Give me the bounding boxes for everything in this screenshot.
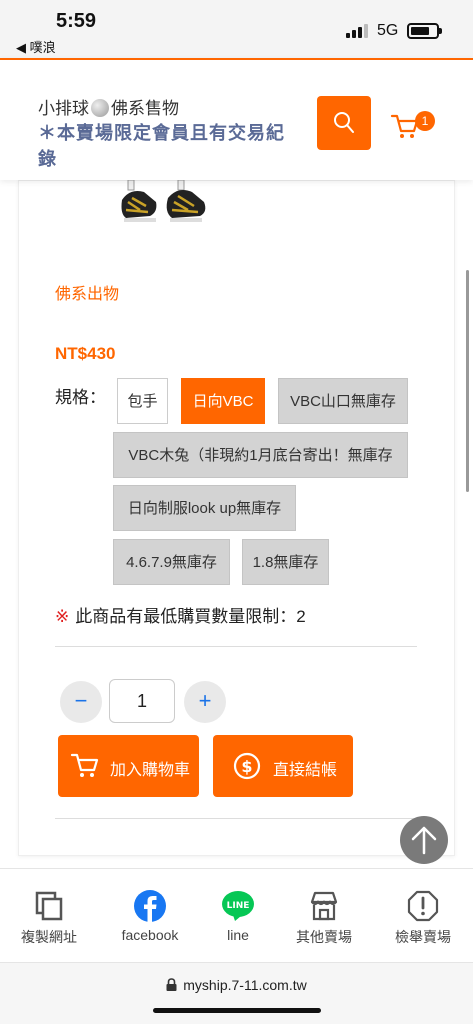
signal-icon <box>346 24 368 38</box>
checkout-button[interactable]: $ 直接結帳 <box>213 735 353 797</box>
store-name[interactable]: 小排球 佛系售物 <box>38 94 179 119</box>
nav-facebook-label: facebook <box>121 927 179 943</box>
spec-option-4[interactable]: 日向制服look up無庫存 <box>113 485 296 531</box>
store-header: 小排球 佛系售物 ＊本賣場限定會員且有交易紀錄 1 <box>0 58 473 180</box>
store-name-suffix: 佛系售物 <box>111 99 179 118</box>
url-text: myship.7-11.com.tw <box>183 977 307 993</box>
quantity-input[interactable] <box>109 679 175 723</box>
battery-icon <box>407 23 442 39</box>
spec-option-6[interactable]: 1.8無庫存 <box>242 539 329 585</box>
nav-copy-url[interactable]: 複製網址 <box>2 889 96 947</box>
volleyball-icon <box>91 99 109 117</box>
nav-report-store[interactable]: 檢舉賣場 <box>376 889 470 947</box>
status-bar: 5:59 ◀ 噗浪 5G <box>0 0 473 58</box>
status-time: 5:59 <box>56 10 97 32</box>
cart-icon <box>70 753 99 777</box>
notice-mark: ※ <box>55 607 70 626</box>
add-to-cart-label: 加入購物車 <box>110 762 191 779</box>
network-type: 5G <box>377 22 399 39</box>
dollar-icon: $ <box>233 752 261 780</box>
store-icon <box>310 891 338 921</box>
line-icon: LINE <box>222 891 254 921</box>
home-indicator <box>153 1008 321 1013</box>
arrow-up-icon <box>411 826 437 855</box>
spec-option-2[interactable]: VBC山口無庫存 <box>278 378 408 424</box>
divider <box>55 818 417 819</box>
spec-option-0[interactable]: 包手 <box>117 378 168 424</box>
spec-option-1[interactable]: 日向VBC <box>181 378 265 424</box>
purchase-limit-notice: ※ 此商品有最低購買數量限制：2 <box>55 602 306 627</box>
nav-facebook[interactable]: facebook <box>103 889 197 943</box>
purchase-limit-text: 此商品有最低購買數量限制：2 <box>75 607 306 626</box>
nav-other-stores-label: 其他賣場 <box>296 929 352 945</box>
store-notice: ＊本賣場限定會員且有交易紀錄 <box>38 123 285 169</box>
spec-option-3[interactable]: VBC木兔（非現約1月底台寄出！無庫存 <box>113 432 408 478</box>
product-image <box>121 180 206 222</box>
nav-report-store-label: 檢舉賣場 <box>395 929 451 945</box>
add-to-cart-button[interactable]: 加入購物車 <box>58 735 199 797</box>
quantity-decrease-button[interactable]: − <box>60 681 102 723</box>
search-button[interactable] <box>317 96 371 150</box>
svg-text:LINE: LINE <box>227 901 250 911</box>
nav-line[interactable]: LINE line <box>191 889 285 943</box>
back-to-top-button[interactable] <box>400 816 448 864</box>
svg-text:$: $ <box>241 757 252 776</box>
nav-line-label: line <box>227 927 249 943</box>
quantity-increase-button[interactable]: + <box>184 681 226 723</box>
search-icon <box>334 112 354 133</box>
store-name-prefix: 小排球 <box>38 99 89 118</box>
url-display[interactable]: myship.7-11.com.tw <box>0 977 473 993</box>
spec-option-5[interactable]: 4.6.7.9無庫存 <box>113 539 230 585</box>
browser-url-bar[interactable]: myship.7-11.com.tw <box>0 962 473 1024</box>
bottom-nav: 複製網址 facebook LINE line 其他賣場 檢舉賣場 <box>0 868 473 962</box>
spec-label: 規格： <box>55 388 106 407</box>
product-category[interactable]: 佛系出物 <box>55 280 119 304</box>
cart-count-badge: 1 <box>415 111 435 131</box>
back-to-app-link[interactable]: ◀ 噗浪 <box>16 37 56 56</box>
product-price: NT$430 <box>55 344 116 363</box>
nav-other-stores[interactable]: 其他賣場 <box>277 889 371 947</box>
scrollbar[interactable] <box>466 270 469 492</box>
copy-icon <box>35 891 63 921</box>
checkout-label: 直接結帳 <box>273 762 338 779</box>
facebook-icon <box>134 890 166 922</box>
nav-copy-url-label: 複製網址 <box>21 929 77 945</box>
report-icon <box>407 890 439 922</box>
lock-icon <box>166 978 177 991</box>
divider <box>55 646 417 647</box>
